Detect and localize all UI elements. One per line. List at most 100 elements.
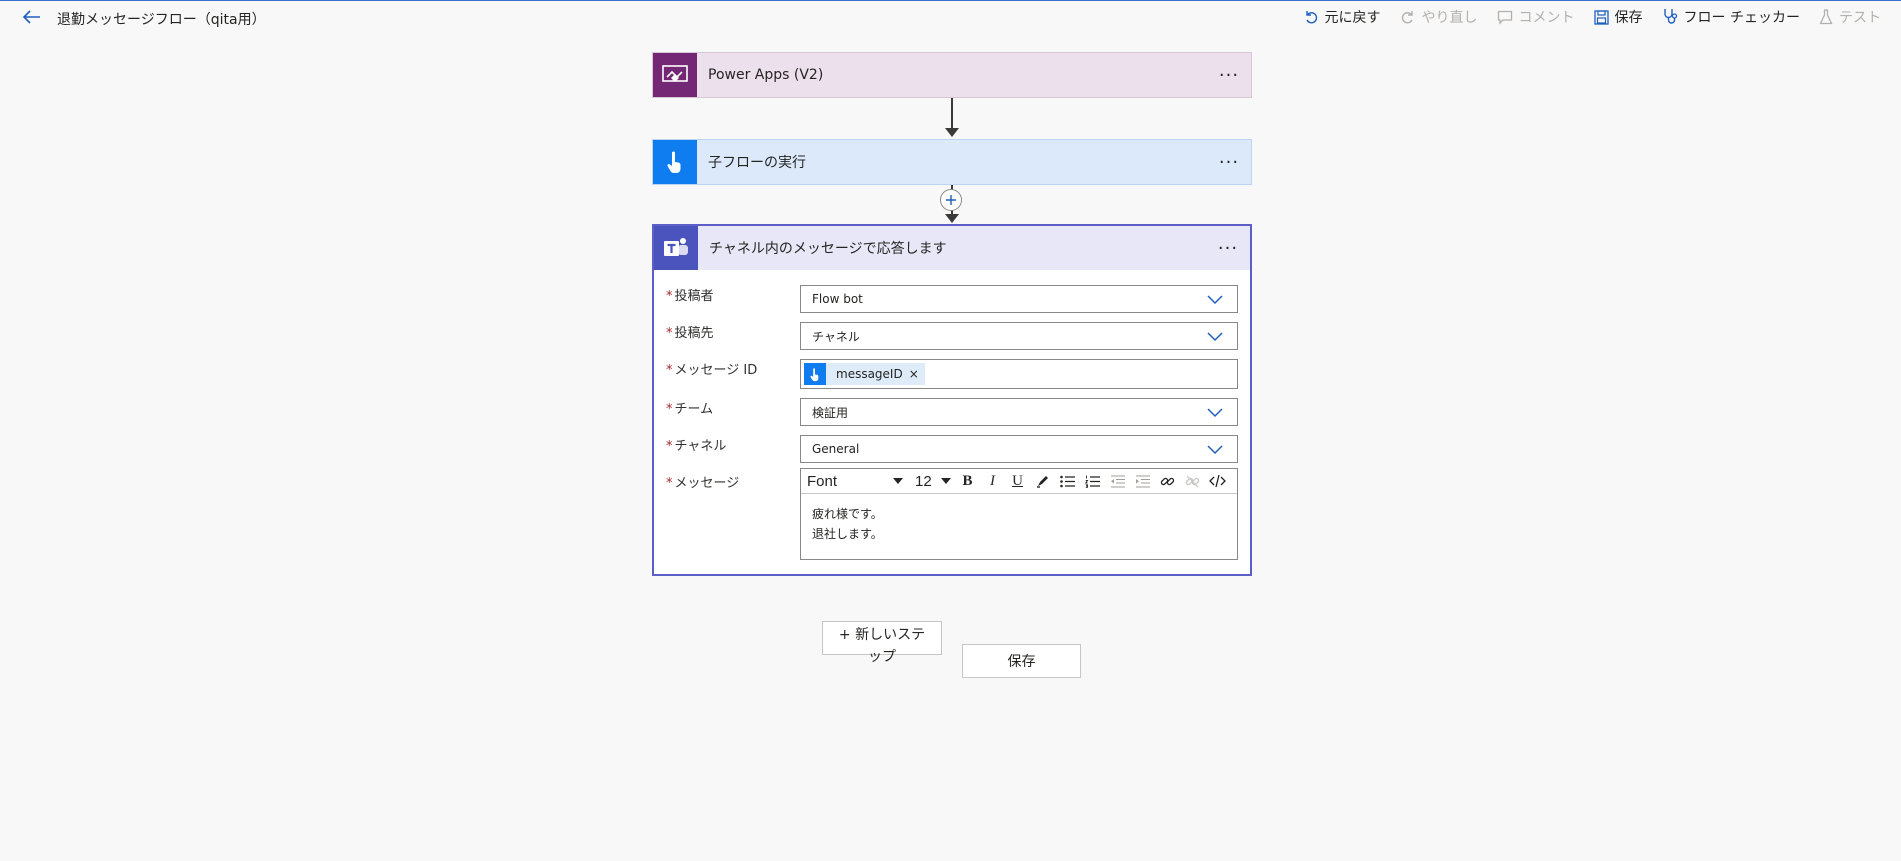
chevron-down-icon xyxy=(1207,295,1223,305)
touch-hand-icon xyxy=(804,363,826,385)
required-mark: * xyxy=(666,289,673,304)
power-apps-trigger-more-button[interactable]: ··· xyxy=(1217,63,1241,87)
message-rich-text-editor[interactable]: Font 12 B I U 疲れ様です。 退社します。 xyxy=(800,468,1238,560)
decrease-indent-icon[interactable] xyxy=(1105,469,1130,493)
test-button[interactable]: テスト xyxy=(1819,7,1881,27)
post-in-value: チャネル xyxy=(812,329,860,344)
poster-label-text: 投稿者 xyxy=(674,289,714,304)
teams-reply-header[interactable]: チャネル内のメッセージで応答します ··· xyxy=(654,226,1250,270)
font-size-value: 12 xyxy=(915,472,932,490)
power-apps-icon xyxy=(653,53,697,97)
required-mark: * xyxy=(666,363,673,378)
team-label-text: チーム xyxy=(674,402,714,417)
post-in-field-row: * 投稿先 チャネル xyxy=(666,322,1238,350)
connector-arrow xyxy=(945,214,959,223)
child-flow-card[interactable]: 子フローの実行 ··· xyxy=(652,139,1252,185)
editor-toolbar: Font 12 B I U xyxy=(801,469,1237,494)
chevron-down-icon xyxy=(1207,445,1223,455)
undo-label: 元に戻す xyxy=(1324,10,1381,26)
post-in-dropdown[interactable]: チャネル xyxy=(800,322,1238,350)
increase-indent-icon[interactable] xyxy=(1130,469,1155,493)
message-line: 退社します。 xyxy=(812,527,883,541)
teams-reply-title: チャネル内のメッセージで応答します xyxy=(709,241,947,257)
bold-icon[interactable]: B xyxy=(955,469,980,493)
message-id-field-row: * メッセージ ID messageID × xyxy=(666,359,1238,389)
post-in-field-label: * 投稿先 xyxy=(666,322,714,341)
font-size-select[interactable]: 12 xyxy=(915,473,951,490)
teams-reply-more-button[interactable]: ··· xyxy=(1216,236,1240,260)
message-label-text: メッセージ xyxy=(674,476,740,491)
channel-value: General xyxy=(812,442,860,456)
team-field-row: * チーム 検証用 xyxy=(666,398,1238,426)
post-in-label-text: 投稿先 xyxy=(674,326,714,341)
command-bar: 退勤メッセージフロー（qita用） 元に戻す やり直し コメント 保存 フロー … xyxy=(0,1,1901,33)
connector-line xyxy=(951,98,953,132)
channel-label-text: チャネル xyxy=(674,439,727,454)
save-icon xyxy=(1593,9,1609,25)
child-flow-more-button[interactable]: ··· xyxy=(1217,150,1241,174)
child-flow-title: 子フローの実行 xyxy=(708,155,806,171)
stethoscope-icon xyxy=(1663,9,1677,24)
channel-field-row: * チャネル General xyxy=(666,435,1238,463)
font-family-value: Font xyxy=(807,472,838,490)
team-dropdown[interactable]: 検証用 xyxy=(800,398,1238,426)
undo-icon xyxy=(1305,11,1317,24)
team-field-label: * チーム xyxy=(666,398,713,417)
command-actions: 元に戻す やり直し コメント 保存 フロー チェッカー テスト xyxy=(1303,1,1881,33)
touch-hand-icon xyxy=(653,140,697,184)
caret-down-icon xyxy=(941,478,951,484)
save-button[interactable]: 保存 xyxy=(962,644,1081,678)
teams-icon xyxy=(654,226,698,270)
comment-label: コメント xyxy=(1518,10,1575,26)
dynamic-content-token[interactable]: messageID × xyxy=(804,363,925,385)
comment-icon xyxy=(1497,10,1512,25)
new-step-label: + 新しいステップ xyxy=(838,627,926,665)
poster-field-row: * 投稿者 Flow bot xyxy=(666,285,1238,313)
numbered-list-icon[interactable] xyxy=(1080,469,1105,493)
highlight-pen-icon[interactable] xyxy=(1030,469,1055,493)
message-id-label-text: メッセージ ID xyxy=(674,363,758,378)
new-step-button[interactable]: + 新しいステップ xyxy=(822,621,942,665)
chevron-down-icon xyxy=(1207,332,1223,342)
channel-field-label: * チャネル xyxy=(666,435,726,454)
poster-value: Flow bot xyxy=(812,292,863,306)
message-id-field-label: * メッセージ ID xyxy=(666,359,757,378)
caret-down-icon xyxy=(893,478,903,484)
save-toolbar-label: 保存 xyxy=(1614,10,1643,26)
required-mark: * xyxy=(666,326,673,341)
undo-button[interactable]: 元に戻す xyxy=(1303,7,1381,27)
team-value: 検証用 xyxy=(812,405,849,420)
poster-field-label: * 投稿者 xyxy=(666,285,714,304)
message-id-input[interactable]: messageID × xyxy=(800,359,1238,389)
insert-step-plus-icon[interactable] xyxy=(940,189,962,211)
underline-icon[interactable]: U xyxy=(1005,469,1030,493)
unlink-icon[interactable] xyxy=(1180,469,1205,493)
font-family-select[interactable]: Font xyxy=(807,473,903,490)
token-label: messageID xyxy=(836,367,903,381)
poster-dropdown[interactable]: Flow bot xyxy=(800,285,1238,313)
token-remove-icon[interactable]: × xyxy=(909,367,925,381)
connector-arrow xyxy=(945,128,959,137)
comment-button[interactable]: コメント xyxy=(1497,7,1575,27)
save-toolbar-button[interactable]: 保存 xyxy=(1593,7,1643,27)
italic-icon[interactable]: I xyxy=(980,469,1005,493)
code-view-icon[interactable] xyxy=(1205,469,1230,493)
power-apps-trigger-header[interactable]: Power Apps (V2) ··· xyxy=(653,53,1251,97)
link-icon[interactable] xyxy=(1155,469,1180,493)
flow-checker-button[interactable]: フロー チェッカー xyxy=(1662,7,1800,27)
redo-button[interactable]: やり直し xyxy=(1400,7,1478,27)
teams-reply-card[interactable]: チャネル内のメッセージで応答します ··· * 投稿者 Flow bot * 投稿先… xyxy=(652,224,1252,576)
channel-dropdown[interactable]: General xyxy=(800,435,1238,463)
message-text-area[interactable]: 疲れ様です。 退社します。 xyxy=(801,494,1237,554)
test-label: テスト xyxy=(1839,10,1881,26)
required-mark: * xyxy=(666,439,673,454)
back-arrow-icon[interactable] xyxy=(20,7,44,27)
child-flow-header[interactable]: 子フローの実行 ··· xyxy=(653,140,1251,184)
chevron-down-icon xyxy=(1207,408,1223,418)
power-apps-trigger-card[interactable]: Power Apps (V2) ··· xyxy=(652,52,1252,98)
power-apps-trigger-title: Power Apps (V2) xyxy=(708,67,824,83)
redo-label: やり直し xyxy=(1421,10,1478,26)
bulleted-list-icon[interactable] xyxy=(1055,469,1080,493)
flask-icon xyxy=(1819,9,1833,25)
required-mark: * xyxy=(666,476,673,491)
